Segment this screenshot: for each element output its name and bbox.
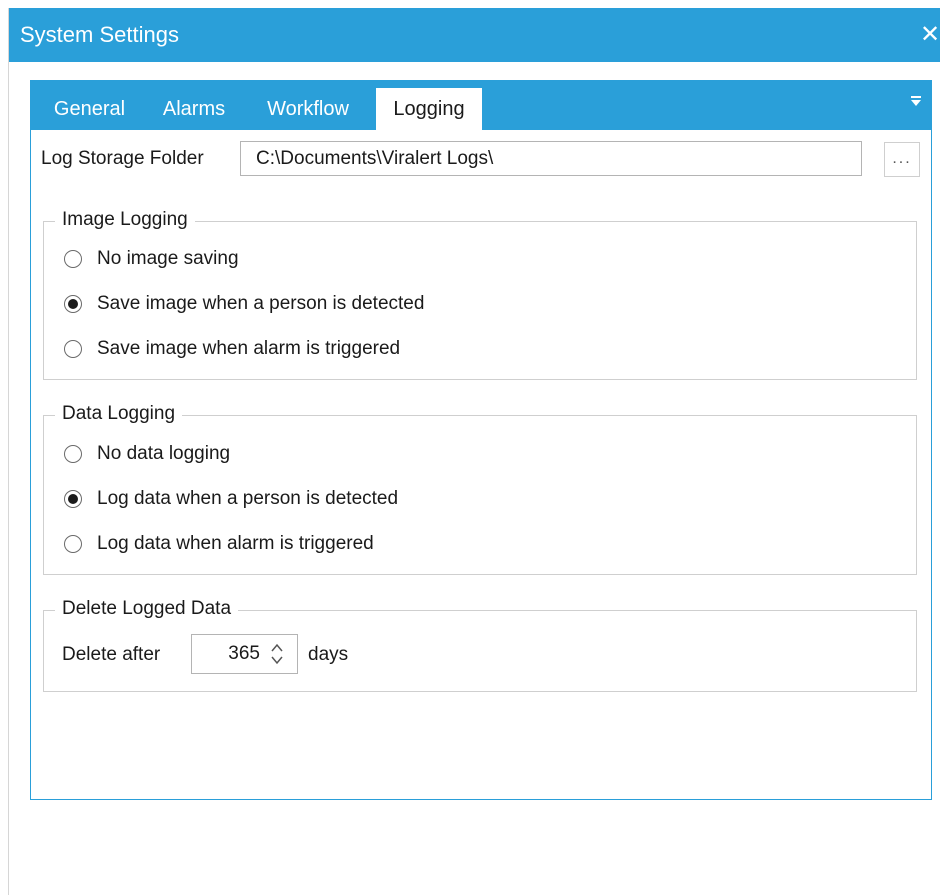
radio-label: Save image when alarm is triggered <box>97 338 401 359</box>
data-logging-group: Data Logging No data logging Log data wh… <box>43 402 917 575</box>
system-settings-window: System Settings ✕ General Alarms Workflo… <box>8 8 940 895</box>
radio-label: Save image when a person is detected <box>97 293 425 314</box>
radio-button[interactable] <box>64 535 82 553</box>
radio-label: Log data when a person is detected <box>97 488 399 509</box>
data-logging-title: Data Logging <box>55 402 183 426</box>
delete-days-stepper[interactable]: 365 <box>191 634 298 674</box>
tab-workflow[interactable]: Workflow <box>248 88 368 130</box>
radio-selected-dot <box>68 299 78 309</box>
log-storage-folder-label: Log Storage Folder <box>41 148 204 169</box>
tab-alarms[interactable]: Alarms <box>148 88 240 130</box>
window-title: System Settings <box>20 22 179 47</box>
tab-general[interactable]: General <box>39 88 140 130</box>
radio-label: No image saving <box>97 248 239 269</box>
radio-button[interactable] <box>64 445 82 463</box>
radio-label: No data logging <box>97 443 231 464</box>
tab-strip: General Alarms Workflow Logging <box>31 81 931 130</box>
radio-button[interactable] <box>64 295 82 313</box>
delete-after-label: Delete after <box>62 644 161 665</box>
delete-logged-data-title: Delete Logged Data <box>55 597 239 621</box>
browse-folder-button[interactable]: ... <box>884 142 920 177</box>
settings-tab-panel: General Alarms Workflow Logging Log Stor… <box>30 80 932 800</box>
radio-label: Log data when alarm is triggered <box>97 533 374 554</box>
spin-arrows-icon[interactable] <box>270 641 284 667</box>
delete-logged-data-group: Delete Logged Data Delete after 365 days <box>43 597 917 692</box>
image-logging-group: Image Logging No image saving Save image… <box>43 208 917 380</box>
tab-logging[interactable]: Logging <box>376 88 482 130</box>
days-unit-label: days <box>308 644 349 665</box>
radio-button[interactable] <box>64 340 82 358</box>
delete-days-value[interactable]: 365 <box>192 635 260 673</box>
radio-button[interactable] <box>64 490 82 508</box>
dropdown-arrow-icon[interactable] <box>909 95 923 109</box>
title-bar[interactable]: System Settings ✕ <box>9 8 940 62</box>
radio-button[interactable] <box>64 250 82 268</box>
image-logging-title: Image Logging <box>55 208 195 232</box>
log-storage-folder-input[interactable] <box>240 141 862 176</box>
radio-selected-dot <box>68 494 78 504</box>
close-icon[interactable]: ✕ <box>919 20 940 50</box>
